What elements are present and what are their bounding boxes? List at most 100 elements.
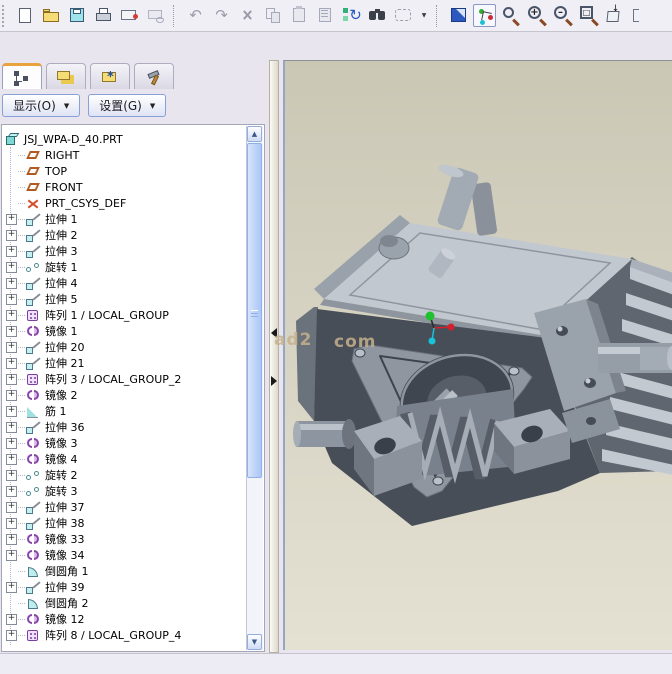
zoom-in-icon[interactable]: [525, 4, 548, 27]
expand-toggle[interactable]: +: [6, 518, 17, 529]
regenerate-icon[interactable]: [340, 4, 363, 27]
tree-item-label: 镜像 34: [44, 547, 85, 563]
tab-connections[interactable]: [134, 63, 174, 89]
scroll-down-button[interactable]: ▼: [247, 634, 262, 650]
tree-item[interactable]: +镜像 1: [2, 323, 247, 339]
expand-toggle[interactable]: +: [6, 470, 17, 481]
mail-link-icon[interactable]: [144, 4, 167, 27]
tree-item[interactable]: FRONT: [2, 179, 247, 195]
repaint-icon[interactable]: [447, 4, 470, 27]
expand-toggle[interactable]: +: [6, 278, 17, 289]
expand-toggle[interactable]: +: [6, 438, 17, 449]
tree-item[interactable]: +拉伸 4: [2, 275, 247, 291]
settings-dropdown-button[interactable]: 设置(G) ▼: [88, 94, 166, 117]
copy-icon[interactable]: [262, 4, 285, 27]
panel-splitter[interactable]: [266, 60, 283, 653]
tree-item[interactable]: +阵列 8 / LOCAL_GROUP_4: [2, 627, 247, 643]
expand-toggle[interactable]: +: [6, 230, 17, 241]
expand-toggle[interactable]: +: [6, 422, 17, 433]
tree-item[interactable]: +旋转 1: [2, 259, 247, 275]
tree-item[interactable]: +拉伸 2: [2, 227, 247, 243]
expand-toggle[interactable]: +: [6, 550, 17, 561]
tree-item[interactable]: +拉伸 20: [2, 339, 247, 355]
refit-icon[interactable]: [577, 4, 600, 27]
expand-toggle[interactable]: +: [6, 486, 17, 497]
new-file-icon[interactable]: [14, 4, 37, 27]
save-icon[interactable]: [66, 4, 89, 27]
clipped-edge-icon[interactable]: [629, 4, 639, 27]
saved-views-icon[interactable]: [603, 4, 626, 27]
undo-icon[interactable]: [184, 4, 207, 27]
tree-item[interactable]: +拉伸 1: [2, 211, 247, 227]
tree-item[interactable]: +镜像 2: [2, 387, 247, 403]
tree-item[interactable]: +筋 1: [2, 403, 247, 419]
tree-scrollbar[interactable]: ▲ ▼: [246, 126, 263, 650]
send-mail-icon[interactable]: [118, 4, 141, 27]
tree-item[interactable]: +镜像 33: [2, 531, 247, 547]
tree-item[interactable]: +镜像 12: [2, 611, 247, 627]
expand-toggle[interactable]: +: [6, 502, 17, 513]
find-icon[interactable]: [366, 4, 389, 27]
tree-item[interactable]: +镜像 4: [2, 451, 247, 467]
expand-toggle[interactable]: +: [6, 406, 17, 417]
expand-toggle[interactable]: +: [6, 342, 17, 353]
tree-item[interactable]: +阵列 3 / LOCAL_GROUP_2: [2, 371, 247, 387]
expand-toggle[interactable]: +: [6, 294, 17, 305]
expand-toggle[interactable]: +: [6, 214, 17, 225]
tree-item[interactable]: +拉伸 39: [2, 579, 247, 595]
tree-item[interactable]: +拉伸 3: [2, 243, 247, 259]
tree-item[interactable]: RIGHT: [2, 147, 247, 163]
tree-item[interactable]: +拉伸 5: [2, 291, 247, 307]
tree-item-root[interactable]: JSJ_WPA-D_40.PRT: [2, 131, 247, 147]
expand-toggle[interactable]: +: [6, 358, 17, 369]
tree-item[interactable]: +拉伸 38: [2, 515, 247, 531]
tree-item[interactable]: +镜像 3: [2, 435, 247, 451]
paste-special-icon[interactable]: [314, 4, 337, 27]
spin-center-icon[interactable]: [473, 4, 496, 27]
tree-item[interactable]: +拉伸 21: [2, 355, 247, 371]
paste-icon[interactable]: [288, 4, 311, 27]
expand-panel-arrow-icon[interactable]: [271, 376, 277, 386]
tab-favorites[interactable]: [90, 63, 130, 89]
extrude-icon: [26, 277, 41, 290]
display-dropdown-button[interactable]: 显示(O) ▼: [2, 94, 80, 117]
selection-box-icon[interactable]: [392, 4, 415, 27]
tree-item[interactable]: 倒圆角 1: [2, 563, 247, 579]
tree-item[interactable]: PRT_CSYS_DEF: [2, 195, 247, 211]
tree-item[interactable]: +旋转 2: [2, 467, 247, 483]
status-bar: [0, 653, 672, 674]
scroll-up-button[interactable]: ▲: [247, 126, 262, 142]
redo-icon[interactable]: [210, 4, 233, 27]
expand-toggle[interactable]: +: [6, 614, 17, 625]
expand-toggle[interactable]: +: [6, 454, 17, 465]
expand-toggle[interactable]: +: [6, 246, 17, 257]
tree-item[interactable]: 倒圆角 2: [2, 595, 247, 611]
tree-item[interactable]: +拉伸 37: [2, 499, 247, 515]
tab-folder-browser[interactable]: [46, 63, 86, 89]
3d-viewport[interactable]: [283, 60, 672, 650]
expand-toggle[interactable]: +: [6, 326, 17, 337]
tree-item[interactable]: TOP: [2, 163, 247, 179]
expand-toggle[interactable]: +: [6, 374, 17, 385]
tab-model-tree[interactable]: [2, 63, 42, 89]
expand-toggle[interactable]: +: [6, 310, 17, 321]
tree-item[interactable]: +旋转 3: [2, 483, 247, 499]
expand-toggle[interactable]: +: [6, 582, 17, 593]
model-tree-rows: JSJ_WPA-D_40.PRT RIGHTTOPFRONTPRT_CSYS_D…: [2, 131, 247, 643]
navigator-tabs: [2, 63, 174, 91]
expand-toggle[interactable]: +: [6, 390, 17, 401]
splitter-bar[interactable]: [269, 60, 279, 653]
zoom-out-icon[interactable]: [551, 4, 574, 27]
tree-item[interactable]: +阵列 1 / LOCAL_GROUP: [2, 307, 247, 323]
expand-toggle[interactable]: +: [6, 262, 17, 273]
open-icon[interactable]: [40, 4, 63, 27]
expand-toggle[interactable]: +: [6, 630, 17, 641]
orient-mode-icon[interactable]: [499, 4, 522, 27]
expand-toggle[interactable]: +: [6, 534, 17, 545]
dropdown-caret-icon[interactable]: [418, 4, 430, 27]
cut-icon[interactable]: [236, 4, 259, 27]
print-icon[interactable]: [92, 4, 115, 27]
tree-item[interactable]: + 镜像 34: [2, 547, 247, 563]
tree-item[interactable]: +拉伸 36: [2, 419, 247, 435]
scrollbar-thumb[interactable]: [247, 143, 262, 478]
